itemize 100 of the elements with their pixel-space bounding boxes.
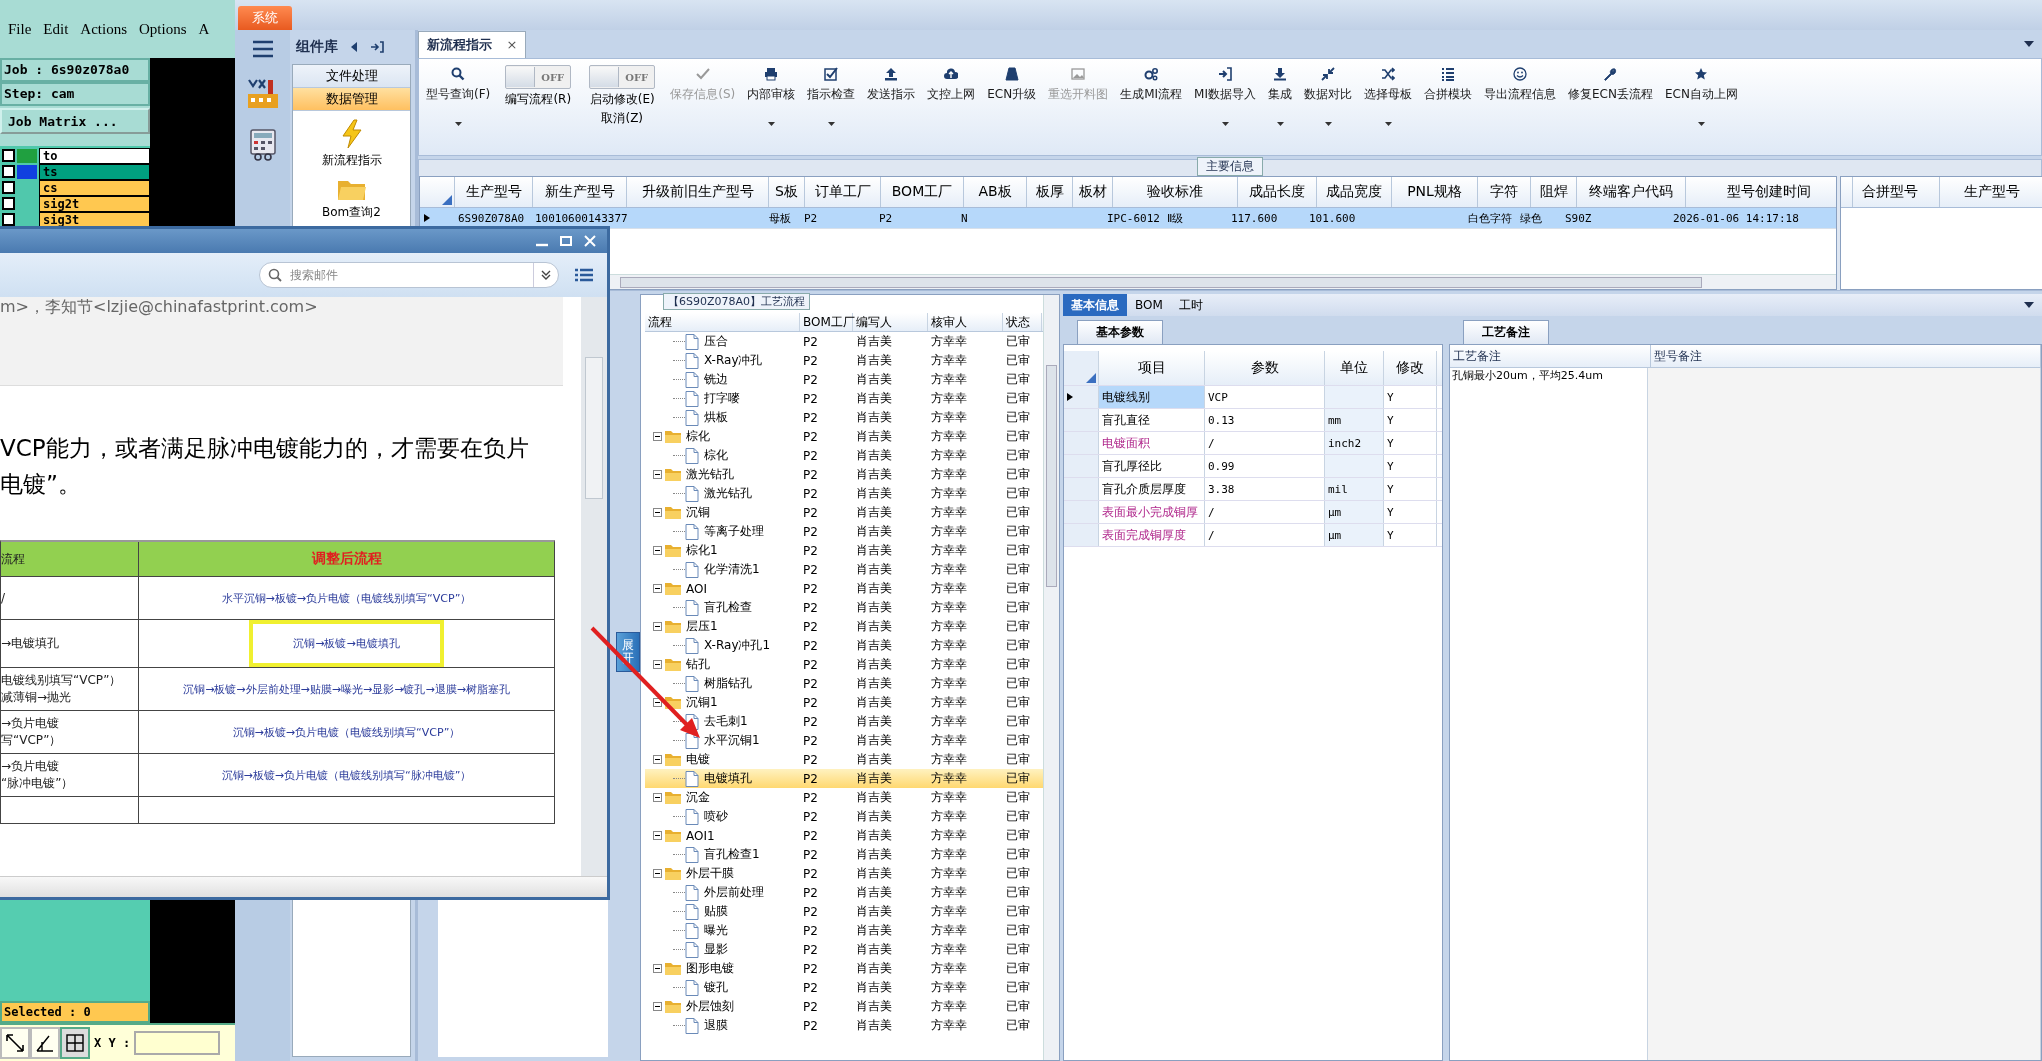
tab[interactable]: BOM	[1127, 294, 1171, 316]
column-header[interactable]: 终端客户代码	[1577, 177, 1686, 207]
tree-item[interactable]: 喷砂	[704, 808, 728, 825]
menu-item[interactable]: A	[198, 20, 210, 38]
toolbar-button[interactable]: 文控上网	[922, 63, 981, 107]
column-header[interactable]: 项目	[1099, 351, 1205, 385]
tree-item[interactable]: X-Ray冲孔1	[704, 637, 771, 654]
tree-item[interactable]: 电镀	[686, 751, 710, 768]
library-category[interactable]: 文件处理	[293, 65, 410, 88]
tree-item[interactable]: 沉铜	[686, 504, 710, 521]
tab[interactable]: 基本信息	[1063, 294, 1127, 316]
column-header[interactable]: AB板	[964, 177, 1027, 207]
tree-item[interactable]: 去毛刺1	[704, 713, 748, 730]
column-header[interactable]: 阻焊	[1531, 177, 1577, 207]
table-row[interactable]: 电镀面积 / inch2 Y	[1064, 432, 1442, 455]
column-header[interactable]: BOM工厂	[800, 313, 853, 331]
column-header[interactable]: BOM工厂	[881, 177, 964, 207]
library-item[interactable]: 新流程指示	[321, 152, 382, 169]
table-row[interactable]: 盲孔介质层厚度 3.38 mil Y	[1064, 478, 1442, 501]
column-header[interactable]: 修改	[1384, 351, 1437, 385]
column-header[interactable]: 流程	[645, 313, 800, 331]
library-item[interactable]: Bom查询2	[322, 204, 381, 221]
tree-item[interactable]: 图形电镀	[686, 960, 734, 977]
column-header[interactable]: 成品长度	[1238, 177, 1317, 207]
tree-item[interactable]: 棕化	[704, 447, 728, 464]
tree-item[interactable]: 退膜	[704, 1017, 728, 1034]
job-matrix-button[interactable]: Job Matrix ...	[0, 108, 150, 134]
close-tab-button[interactable]: ×	[506, 37, 518, 52]
tree-item[interactable]: 铣边	[704, 371, 728, 388]
toolbar-button[interactable]: 导出流程信息	[1479, 63, 1561, 107]
column-header[interactable]: 成品宽度	[1317, 177, 1392, 207]
toolbar-button[interactable]: 集成	[1263, 63, 1297, 130]
tree-item[interactable]: 棕化	[686, 428, 710, 445]
column-header[interactable]: 参数	[1205, 351, 1325, 385]
toolbar-button[interactable]: 指示检查	[802, 63, 861, 130]
toolbar-button[interactable]: 内部审核	[742, 63, 801, 130]
document-tab[interactable]: 新流程指示 ×	[418, 31, 527, 58]
column-header[interactable]: PNL规格	[1392, 177, 1478, 207]
tree-item[interactable]: 激光钻孔	[704, 485, 752, 502]
toggle-switch[interactable]: OFF	[505, 65, 572, 89]
toolbar-button[interactable]: 生成MI流程	[1115, 63, 1188, 107]
menu-item[interactable]: File	[8, 20, 32, 38]
column-header[interactable]: 板材	[1073, 177, 1113, 207]
table-row[interactable]: 表面完成铜厚度 / μm Y	[1064, 524, 1442, 547]
tab[interactable]: 工时	[1170, 294, 1211, 316]
tree-item[interactable]: 镀孔	[704, 979, 728, 996]
toolbar-button[interactable]: 型号查询(F)	[421, 63, 496, 130]
layer-name[interactable]: to	[39, 147, 150, 164]
table-row[interactable]: 盲孔直径 0.13 mm Y	[1064, 409, 1442, 432]
column-header[interactable]: 升级前旧生产型号	[627, 177, 769, 207]
toolbar-button[interactable]: MI数据导入	[1189, 63, 1261, 130]
toolbar-button[interactable]: 合拼模块	[1419, 63, 1477, 107]
tree-item[interactable]: 曝光	[704, 922, 728, 939]
column-header[interactable]: 状态	[1003, 313, 1042, 331]
toolbar-button[interactable]: 数据对比	[1299, 63, 1357, 130]
tree-item[interactable]: AOI	[686, 581, 707, 596]
table-row[interactable]: 盲孔厚径比 0.99 Y	[1064, 455, 1442, 478]
column-header[interactable]: 字符	[1478, 177, 1531, 207]
search-field[interactable]: 搜索邮件	[259, 262, 559, 288]
tree-item[interactable]: 激光钻孔	[686, 466, 734, 483]
tree-item[interactable]: 显影	[704, 941, 728, 958]
tree-item[interactable]: 外层前处理	[704, 884, 764, 901]
toolbar-button[interactable]: ECN自动上网	[1659, 63, 1743, 130]
cancel-label[interactable]: 取消(Z)	[601, 110, 644, 127]
column-header[interactable]: 验收标准	[1113, 177, 1238, 207]
menu-item[interactable]: Edit	[43, 20, 69, 38]
table-row[interactable]: 表面最小完成铜厚 / μm Y	[1064, 501, 1442, 524]
panel-tab[interactable]: 基本参数	[1077, 320, 1163, 344]
column-header[interactable]: 单位	[1325, 351, 1384, 385]
tree-item[interactable]: 烘板	[704, 409, 728, 426]
tree-item[interactable]: 层压1	[686, 618, 718, 635]
tree-item[interactable]: 外层干膜	[686, 865, 734, 882]
panel-tab[interactable]: 工艺备注	[1463, 320, 1549, 344]
tree-item[interactable]: 贴膜	[704, 903, 728, 920]
tree-item[interactable]: 棕化1	[686, 542, 718, 559]
tree-item[interactable]: 压合	[704, 333, 728, 350]
column-header[interactable]: 板厚	[1027, 177, 1073, 207]
toolbar-button[interactable]: ECN升级	[982, 63, 1042, 107]
column-header[interactable]: S板	[769, 177, 805, 207]
tree-item[interactable]: 化学清洗1	[704, 561, 760, 578]
tree-item[interactable]: 外层蚀刻	[686, 998, 734, 1015]
tree-item[interactable]: 树脂钻孔	[704, 675, 752, 692]
tree-item[interactable]: 水平沉铜1	[704, 732, 760, 749]
table-row[interactable]: 6S90Z078A0 10010600143377 母板 P2 P2 N IPC-6012 Ⅱ级 117.600 101.600 白色字符 绿色 S90Z 2026-01-06 14:17:18	[420, 208, 1836, 229]
column-header[interactable]: 订单工厂	[805, 177, 881, 207]
tree-item[interactable]: 沉铜1	[686, 694, 718, 711]
tree-item[interactable]: X-Ray冲孔	[704, 352, 763, 369]
toggle-switch[interactable]: OFF	[589, 65, 656, 89]
tree-item[interactable]: 等离子处理	[704, 523, 764, 540]
column-header[interactable]: 生产型号	[1940, 177, 2042, 207]
menu-item[interactable]: Options	[139, 20, 187, 38]
column-header[interactable]: 核审人	[928, 313, 1003, 331]
tree-item[interactable]: 钻孔	[686, 656, 710, 673]
tree-item[interactable]: 沉金	[686, 789, 710, 806]
toolbar-button[interactable]: 发送指示	[862, 63, 921, 107]
toolbar-button[interactable]: 修复ECN丢流程	[1563, 63, 1658, 107]
tree-item[interactable]: AOI1	[686, 828, 715, 843]
table-row[interactable]: 电镀线别 VCP Y	[1064, 386, 1442, 409]
column-header[interactable]: 新生产型号	[533, 177, 627, 207]
column-header[interactable]: 合拼型号	[1841, 177, 1940, 207]
